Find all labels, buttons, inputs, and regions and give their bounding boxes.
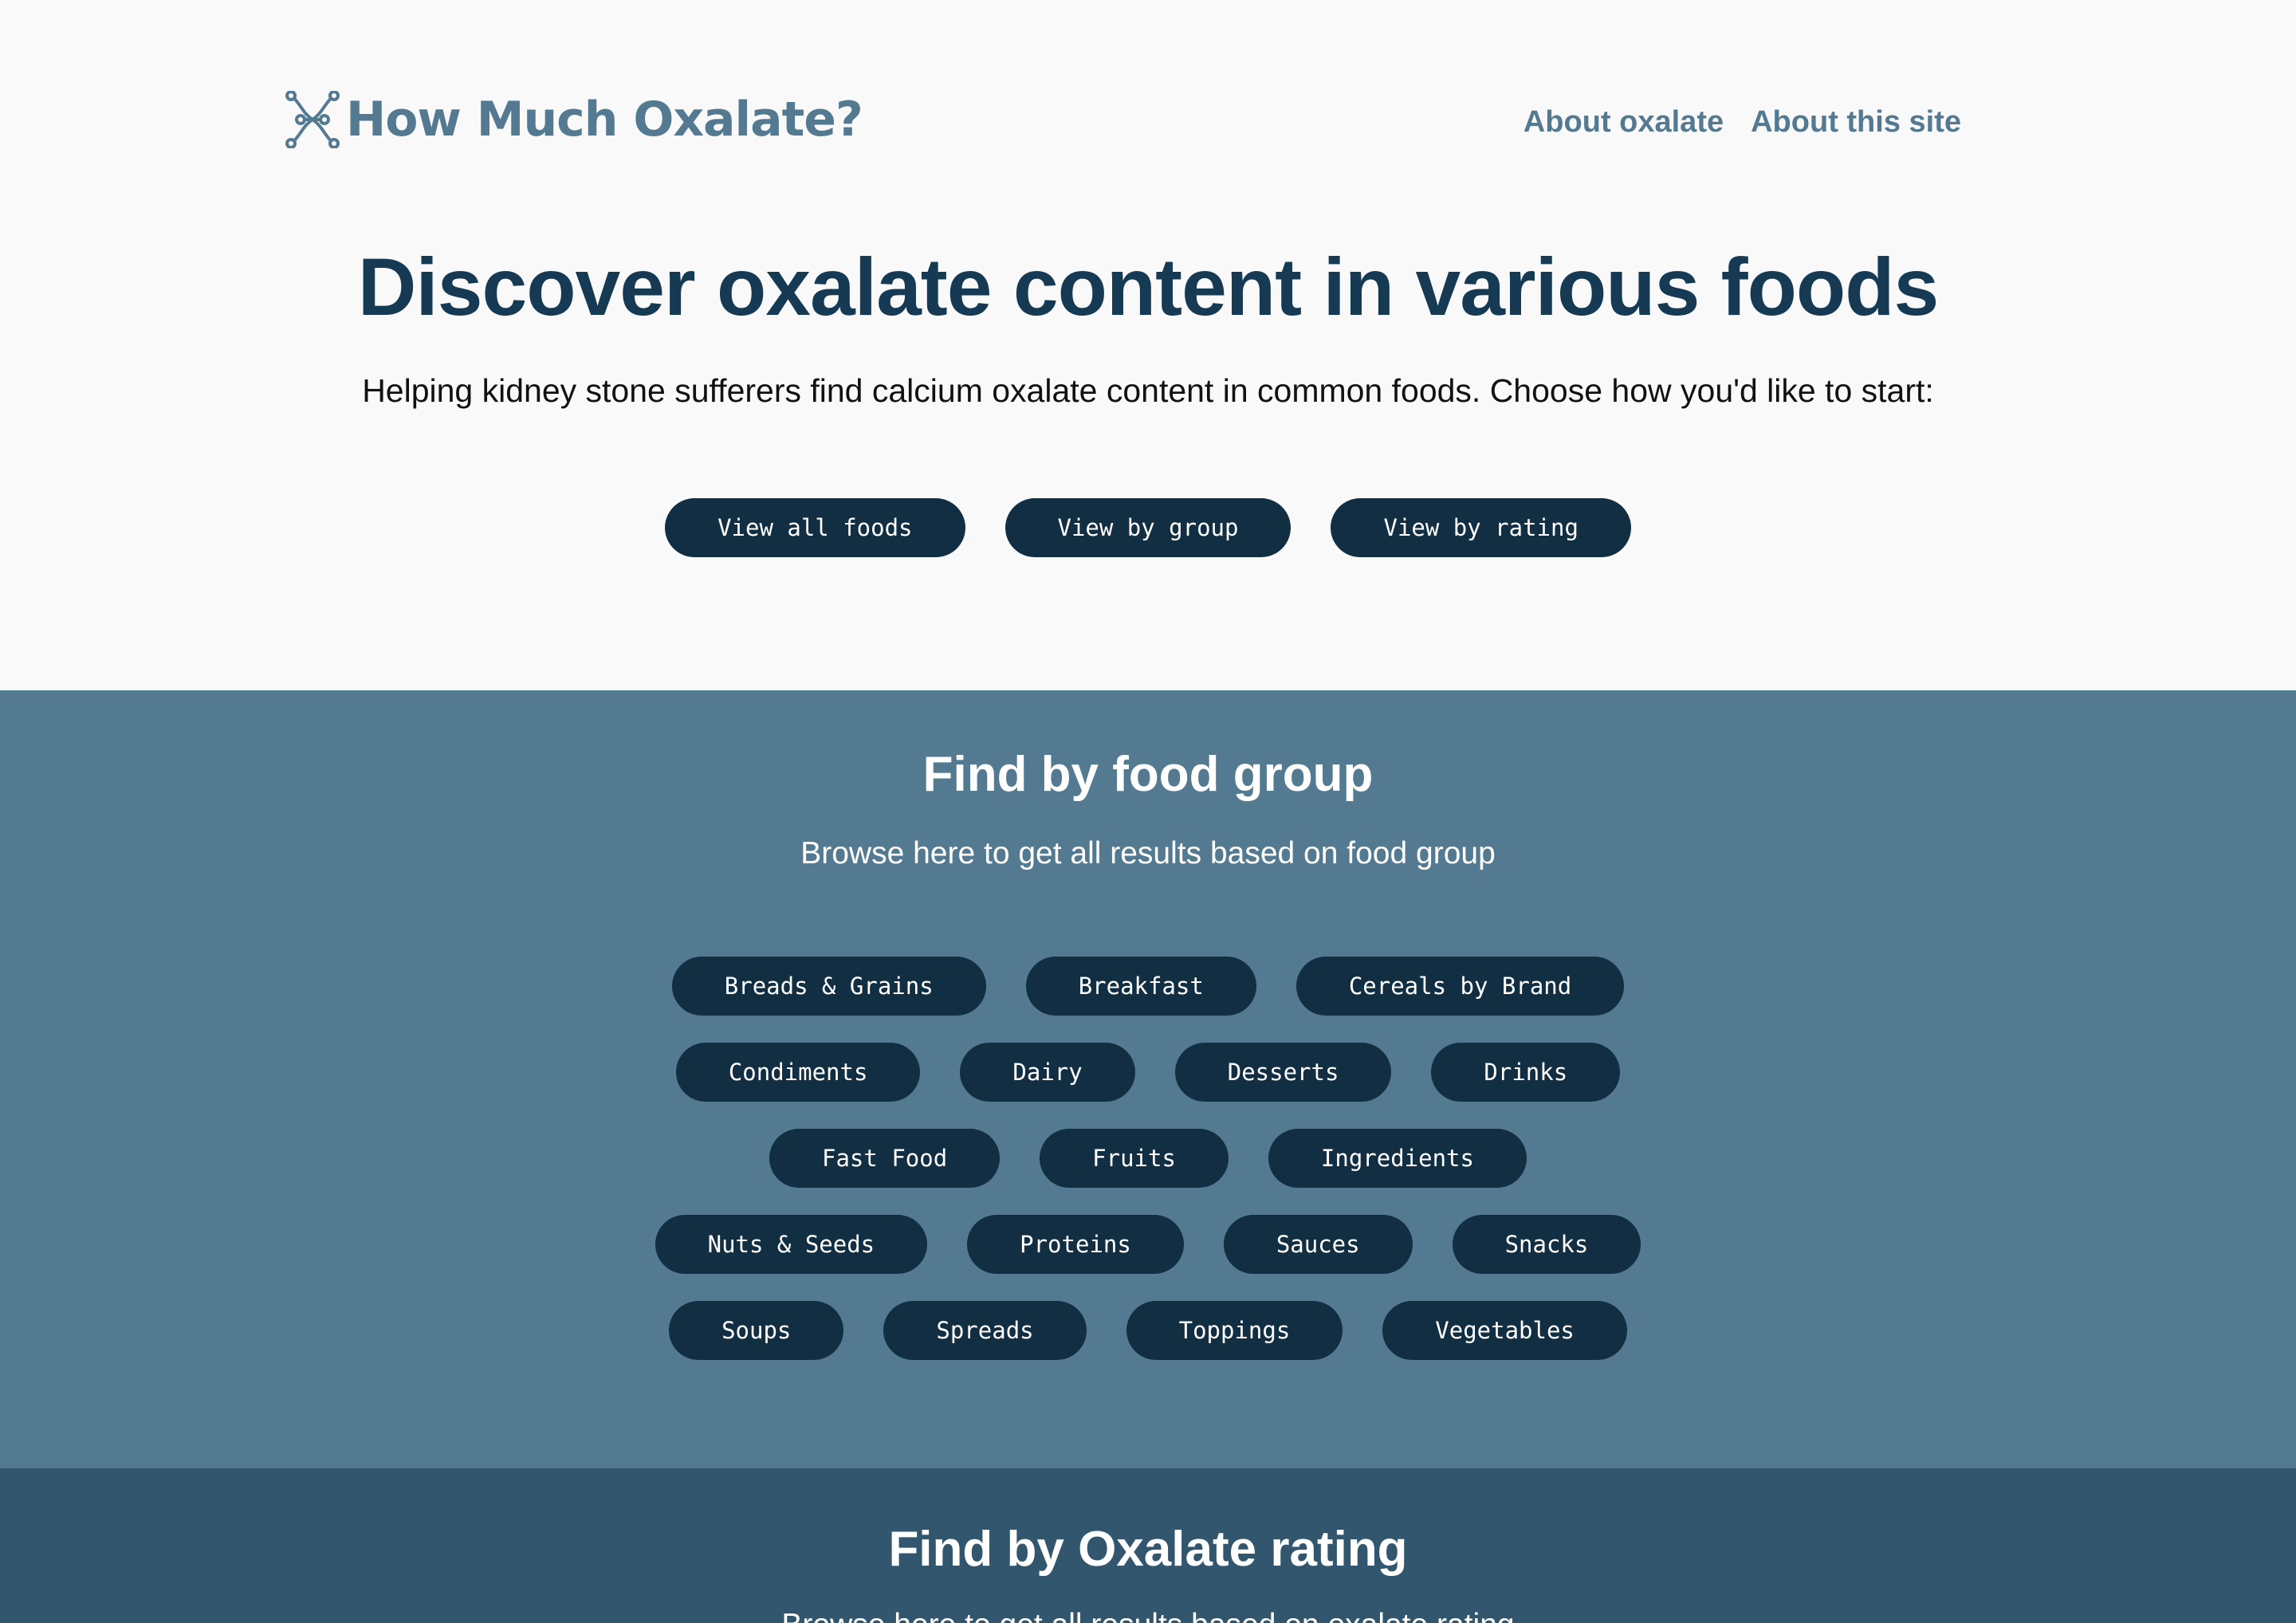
food-group-soups[interactable]: Soups — [669, 1301, 844, 1360]
food-group-section: Find by food group Browse here to get al… — [0, 690, 2296, 1468]
oxalate-rating-subtitle: Browse here to get all results based on … — [0, 1605, 2296, 1623]
food-group-subtitle: Browse here to get all results based on … — [800, 836, 1496, 870]
food-group-vegetables[interactable]: Vegetables — [1382, 1301, 1627, 1360]
food-group-ingredients[interactable]: Ingredients — [1268, 1129, 1527, 1188]
hero-subtitle: Helping kidney stone sufferers find calc… — [362, 372, 1934, 409]
food-group-desserts[interactable]: Desserts — [1174, 1043, 1392, 1102]
food-group-row: Soups Spreads Toppings Vegetables — [0, 1301, 2296, 1360]
start-options: View all foods View by group View by rat… — [0, 498, 2296, 557]
hero-section: Discover oxalate content in various food… — [0, 199, 2296, 690]
food-group-fast-food[interactable]: Fast Food — [769, 1129, 1001, 1188]
main-nav: About oxalate About this site — [1523, 100, 1961, 144]
food-group-title: Find by food group — [922, 747, 1374, 802]
food-group-row: Nuts & Seeds Proteins Sauces Snacks — [0, 1215, 2296, 1274]
food-group-sauces[interactable]: Sauces — [1223, 1215, 1413, 1274]
food-group-list: Breads & Grains Breakfast Cereals by Bra… — [0, 957, 2296, 1387]
food-group-row: Fast Food Fruits Ingredients — [0, 1129, 2296, 1188]
food-group-fruits[interactable]: Fruits — [1040, 1129, 1229, 1188]
food-group-row: Condiments Dairy Desserts Drinks — [0, 1043, 2296, 1102]
view-all-foods-button[interactable]: View all foods — [665, 498, 965, 557]
view-by-rating-button[interactable]: View by rating — [1331, 498, 1631, 557]
food-group-cereals-by-brand[interactable]: Cereals by Brand — [1295, 957, 1625, 1016]
food-group-proteins[interactable]: Proteins — [967, 1215, 1184, 1274]
site-header: How Much Oxalate? About oxalate About th… — [0, 0, 2296, 199]
site-name: How Much Oxalate? — [346, 92, 863, 147]
food-group-dairy[interactable]: Dairy — [960, 1043, 1135, 1102]
molecule-icon — [285, 91, 340, 148]
nav-about-oxalate[interactable]: About oxalate — [1523, 100, 1724, 144]
view-by-group-button[interactable]: View by group — [1005, 498, 1292, 557]
oxalate-rating-section: Find by Oxalate rating Browse here to ge… — [0, 1468, 2296, 1623]
nav-about-this-site[interactable]: About this site — [1751, 100, 1961, 144]
oxalate-rating-title: Find by Oxalate rating — [888, 1522, 1408, 1577]
food-group-toppings[interactable]: Toppings — [1126, 1301, 1343, 1360]
food-group-breads-grains[interactable]: Breads & Grains — [671, 957, 986, 1016]
food-group-row: Breads & Grains Breakfast Cereals by Bra… — [0, 957, 2296, 1016]
food-group-snacks[interactable]: Snacks — [1452, 1215, 1641, 1274]
food-group-nuts-seeds[interactable]: Nuts & Seeds — [655, 1215, 928, 1274]
home-link[interactable]: How Much Oxalate? — [284, 88, 863, 151]
food-group-breakfast[interactable]: Breakfast — [1025, 957, 1256, 1016]
food-group-condiments[interactable]: Condiments — [675, 1043, 921, 1102]
page-title: Discover oxalate content in various food… — [357, 242, 1940, 332]
food-group-drinks[interactable]: Drinks — [1431, 1043, 1621, 1102]
food-group-spreads[interactable]: Spreads — [883, 1301, 1087, 1360]
